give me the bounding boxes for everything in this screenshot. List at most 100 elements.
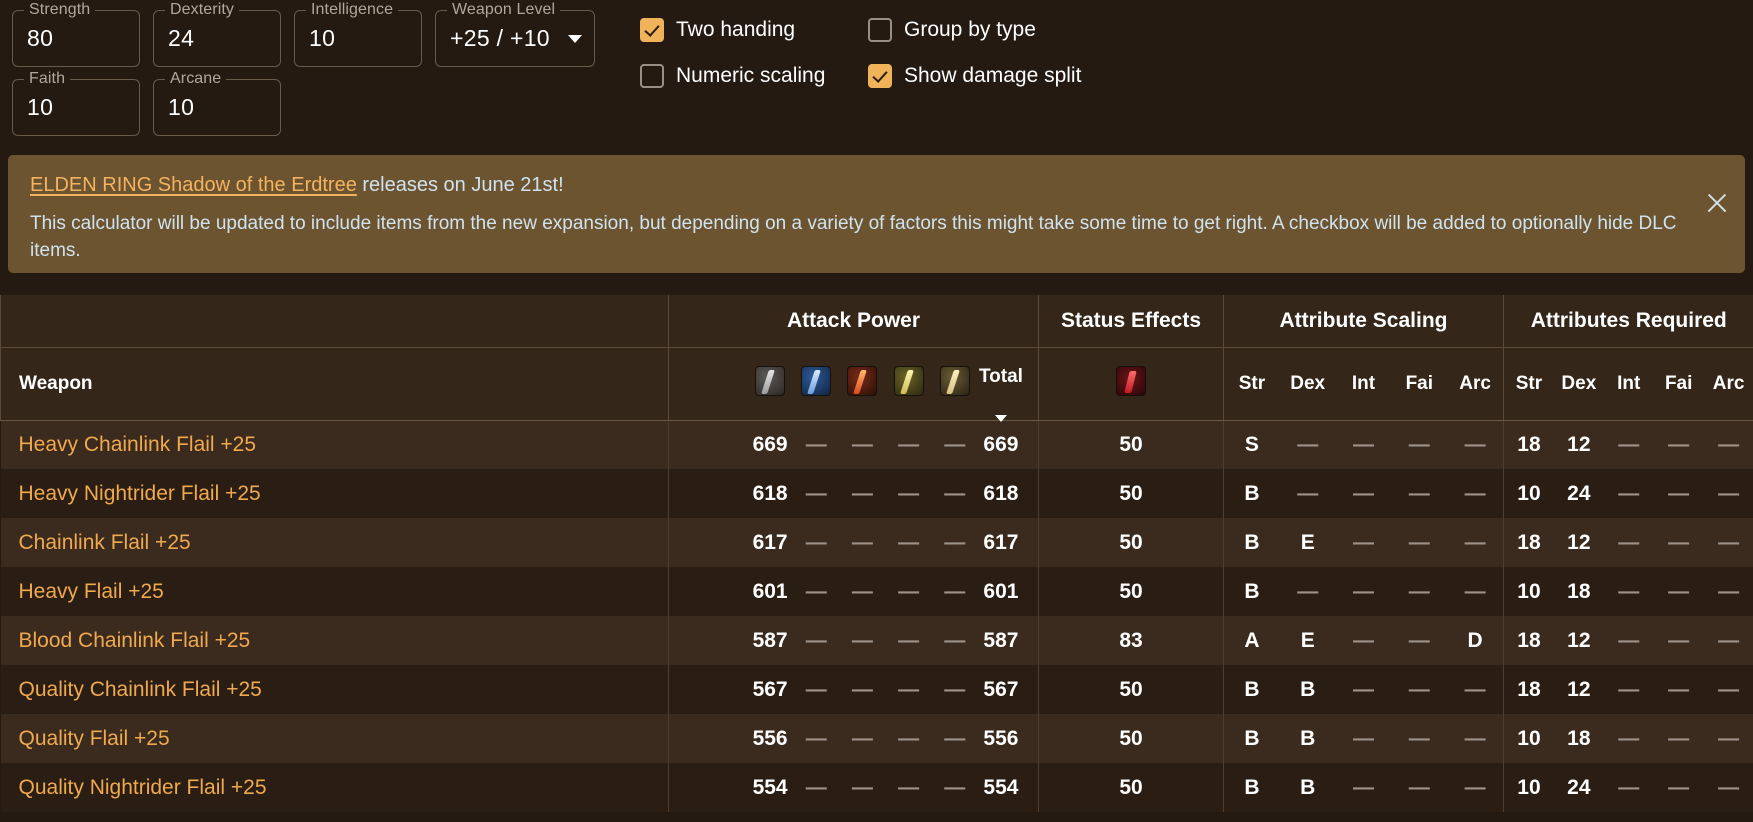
scaling-header-str[interactable]: Str — [1224, 373, 1280, 395]
attribute-scaling-cell: B E — — — — [1223, 518, 1504, 567]
chevron-down-icon[interactable] — [568, 34, 582, 43]
table-row[interactable]: Heavy Flail +25 601 — — — — 601 50 B — — — — 10 18 — — — — [0, 567, 1753, 616]
table-row[interactable]: Chainlink Flail +25 617 — — — — 617 50 B E — — — 18 12… — [0, 518, 1753, 567]
weapon-name-cell[interactable]: Heavy Nightrider Flail +25 — [1, 469, 669, 518]
scaling-grade: — — [1352, 432, 1374, 456]
weapon-level-select[interactable]: Weapon Level +25 / +10 — [435, 1, 595, 67]
attributes-required-cell: 18 12 — — — — [1503, 665, 1753, 714]
table-group-header-row: Attack Power Status Effects Attribute Sc… — [0, 295, 1753, 348]
required-value: — — [1718, 677, 1740, 701]
checkbox-unchecked-icon[interactable] — [868, 18, 892, 42]
checkbox-show-damage-split[interactable]: Show damage split — [868, 64, 1081, 88]
weapon-name-cell[interactable]: Quality Nightrider Flail +25 — [1, 763, 669, 812]
required-value: — — [1618, 481, 1640, 505]
table-row[interactable]: Quality Chainlink Flail +25 567— — — —567 50 B… — [0, 665, 1753, 714]
table-row[interactable]: Heavy Nightrider Flail +25 618 — — — — 618 50 B —… — [0, 469, 1753, 518]
damage-value: — — [805, 677, 827, 701]
checkbox-numeric-scaling[interactable]: Numeric scaling — [640, 64, 868, 88]
fire-damage-icon[interactable] — [839, 365, 885, 402]
group-header-blank — [0, 295, 669, 348]
status-effect-cell: 50 — [1038, 567, 1224, 616]
attack-power-cell: 556 — — — — 556 — [668, 714, 1039, 763]
bleed-status-icon[interactable] — [1116, 365, 1146, 396]
lightning-damage-icon[interactable] — [886, 365, 932, 402]
damage-value: 554 — [752, 775, 788, 799]
checkbox-checked-icon[interactable] — [640, 18, 664, 42]
weapon-level-label: Weapon Level — [447, 1, 561, 19]
arcane-field[interactable]: Arcane 10 — [153, 70, 281, 136]
scaling-grade: — — [1352, 628, 1374, 652]
total-damage-value: 617 — [983, 530, 1019, 554]
scaling-header-int[interactable]: Int — [1336, 373, 1392, 395]
strength-field[interactable]: Strength 80 — [12, 1, 140, 67]
weapon-name-cell[interactable]: Chainlink Flail +25 — [1, 518, 669, 567]
damage-value: — — [805, 775, 827, 799]
table-row[interactable]: Blood Chainlink Flail +25 587 — — — — 587 83 A E —… — [0, 616, 1753, 665]
weapon-name-cell[interactable]: Heavy Chainlink Flail +25 — [1, 420, 669, 469]
attack-power-cell: 669 — — — — 669 — [668, 420, 1039, 469]
weapon-name-cell[interactable]: Heavy Flail +25 — [1, 567, 669, 616]
strength-value: 80 — [27, 25, 54, 51]
required-header-fai[interactable]: Fai — [1654, 373, 1704, 395]
scaling-grade: — — [1408, 775, 1430, 799]
scaling-header-dex[interactable]: Dex — [1280, 373, 1336, 395]
column-header-total[interactable]: Total — [978, 366, 1024, 422]
table-row[interactable]: Heavy Chainlink Flail +25 669 — — — — 669 50 S — —… — [0, 420, 1753, 469]
damage-value: — — [805, 481, 827, 505]
scaling-grade: — — [1408, 726, 1430, 750]
scaling-header-fai[interactable]: Fai — [1391, 373, 1447, 395]
banner-title-rest: releases on June 21st! — [356, 174, 564, 196]
faith-field[interactable]: Faith 10 — [12, 70, 140, 136]
intelligence-field[interactable]: Intelligence 10 — [294, 1, 422, 67]
column-header-weapon[interactable]: Weapon — [0, 347, 669, 421]
damage-value: — — [944, 530, 966, 554]
required-header-dex[interactable]: Dex — [1554, 373, 1604, 395]
weapon-name-cell[interactable]: Blood Chainlink Flail +25 — [1, 616, 669, 665]
required-value: — — [1618, 628, 1640, 652]
attack-power-cell: 617 — — — — 617 — [668, 518, 1039, 567]
magic-damage-icon[interactable] — [793, 365, 839, 402]
table-row[interactable]: Quality Nightrider Flail +25 554 — — — — 554 50… — [0, 763, 1753, 812]
damage-value: — — [851, 628, 873, 652]
table-row[interactable]: Quality Flail +25 556 — — — — 556 50 B B — — — 10 18 — —… — [0, 714, 1753, 763]
required-header-str[interactable]: Str — [1504, 373, 1554, 395]
checkbox-show-damage-split-label: Show damage split — [904, 64, 1082, 87]
scaling-grade: B — [1300, 677, 1316, 701]
scaling-grade: — — [1297, 481, 1319, 505]
attribute-scaling-cell: A E — — D — [1223, 616, 1504, 665]
required-value: — — [1668, 432, 1690, 456]
scaling-grade: B — [1244, 530, 1260, 554]
scaling-header-arc[interactable]: Arc — [1447, 373, 1503, 395]
checkbox-group-by-type[interactable]: Group by type — [868, 18, 1081, 42]
strength-label: Strength — [24, 1, 96, 19]
checkbox-checked-icon[interactable] — [868, 64, 892, 88]
dexterity-field[interactable]: Dexterity 24 — [153, 1, 281, 67]
required-value: 10 — [1517, 579, 1541, 603]
damage-value: — — [944, 677, 966, 701]
required-value: — — [1718, 432, 1740, 456]
close-icon[interactable] — [1703, 189, 1731, 217]
required-header-int[interactable]: Int — [1604, 373, 1654, 395]
checkbox-two-handing[interactable]: Two handing — [640, 18, 868, 42]
damage-value: 556 — [752, 726, 788, 750]
attributes-required-cell: 18 12 — — — — [1503, 616, 1753, 665]
column-header-attack-power-icons: Total — [668, 347, 1039, 422]
checkbox-unchecked-icon[interactable] — [640, 64, 664, 88]
scaling-grade: — — [1464, 481, 1486, 505]
holy-damage-icon[interactable] — [932, 365, 978, 402]
damage-value: — — [851, 432, 873, 456]
status-effect-cell: 50 — [1038, 420, 1224, 469]
controls-panel: Strength 80 Dexterity 24 Intelligence 10… — [0, 0, 1753, 155]
weapon-name-cell[interactable]: Quality Chainlink Flail +25 — [1, 665, 669, 714]
damage-value: 567 — [752, 677, 788, 701]
physical-damage-icon[interactable] — [747, 365, 793, 402]
required-value: 18 — [1517, 530, 1541, 554]
weapon-level-value: +25 / +10 — [450, 25, 550, 51]
required-header-arc[interactable]: Arc — [1704, 373, 1753, 395]
total-damage-value: 554 — [983, 775, 1019, 799]
scaling-grade: — — [1408, 530, 1430, 554]
banner-dlc-link[interactable]: ELDEN RING Shadow of the Erdtree — [30, 174, 357, 196]
required-value: — — [1718, 481, 1740, 505]
status-effect-cell: 50 — [1038, 665, 1224, 714]
weapon-name-cell[interactable]: Quality Flail +25 — [1, 714, 669, 763]
